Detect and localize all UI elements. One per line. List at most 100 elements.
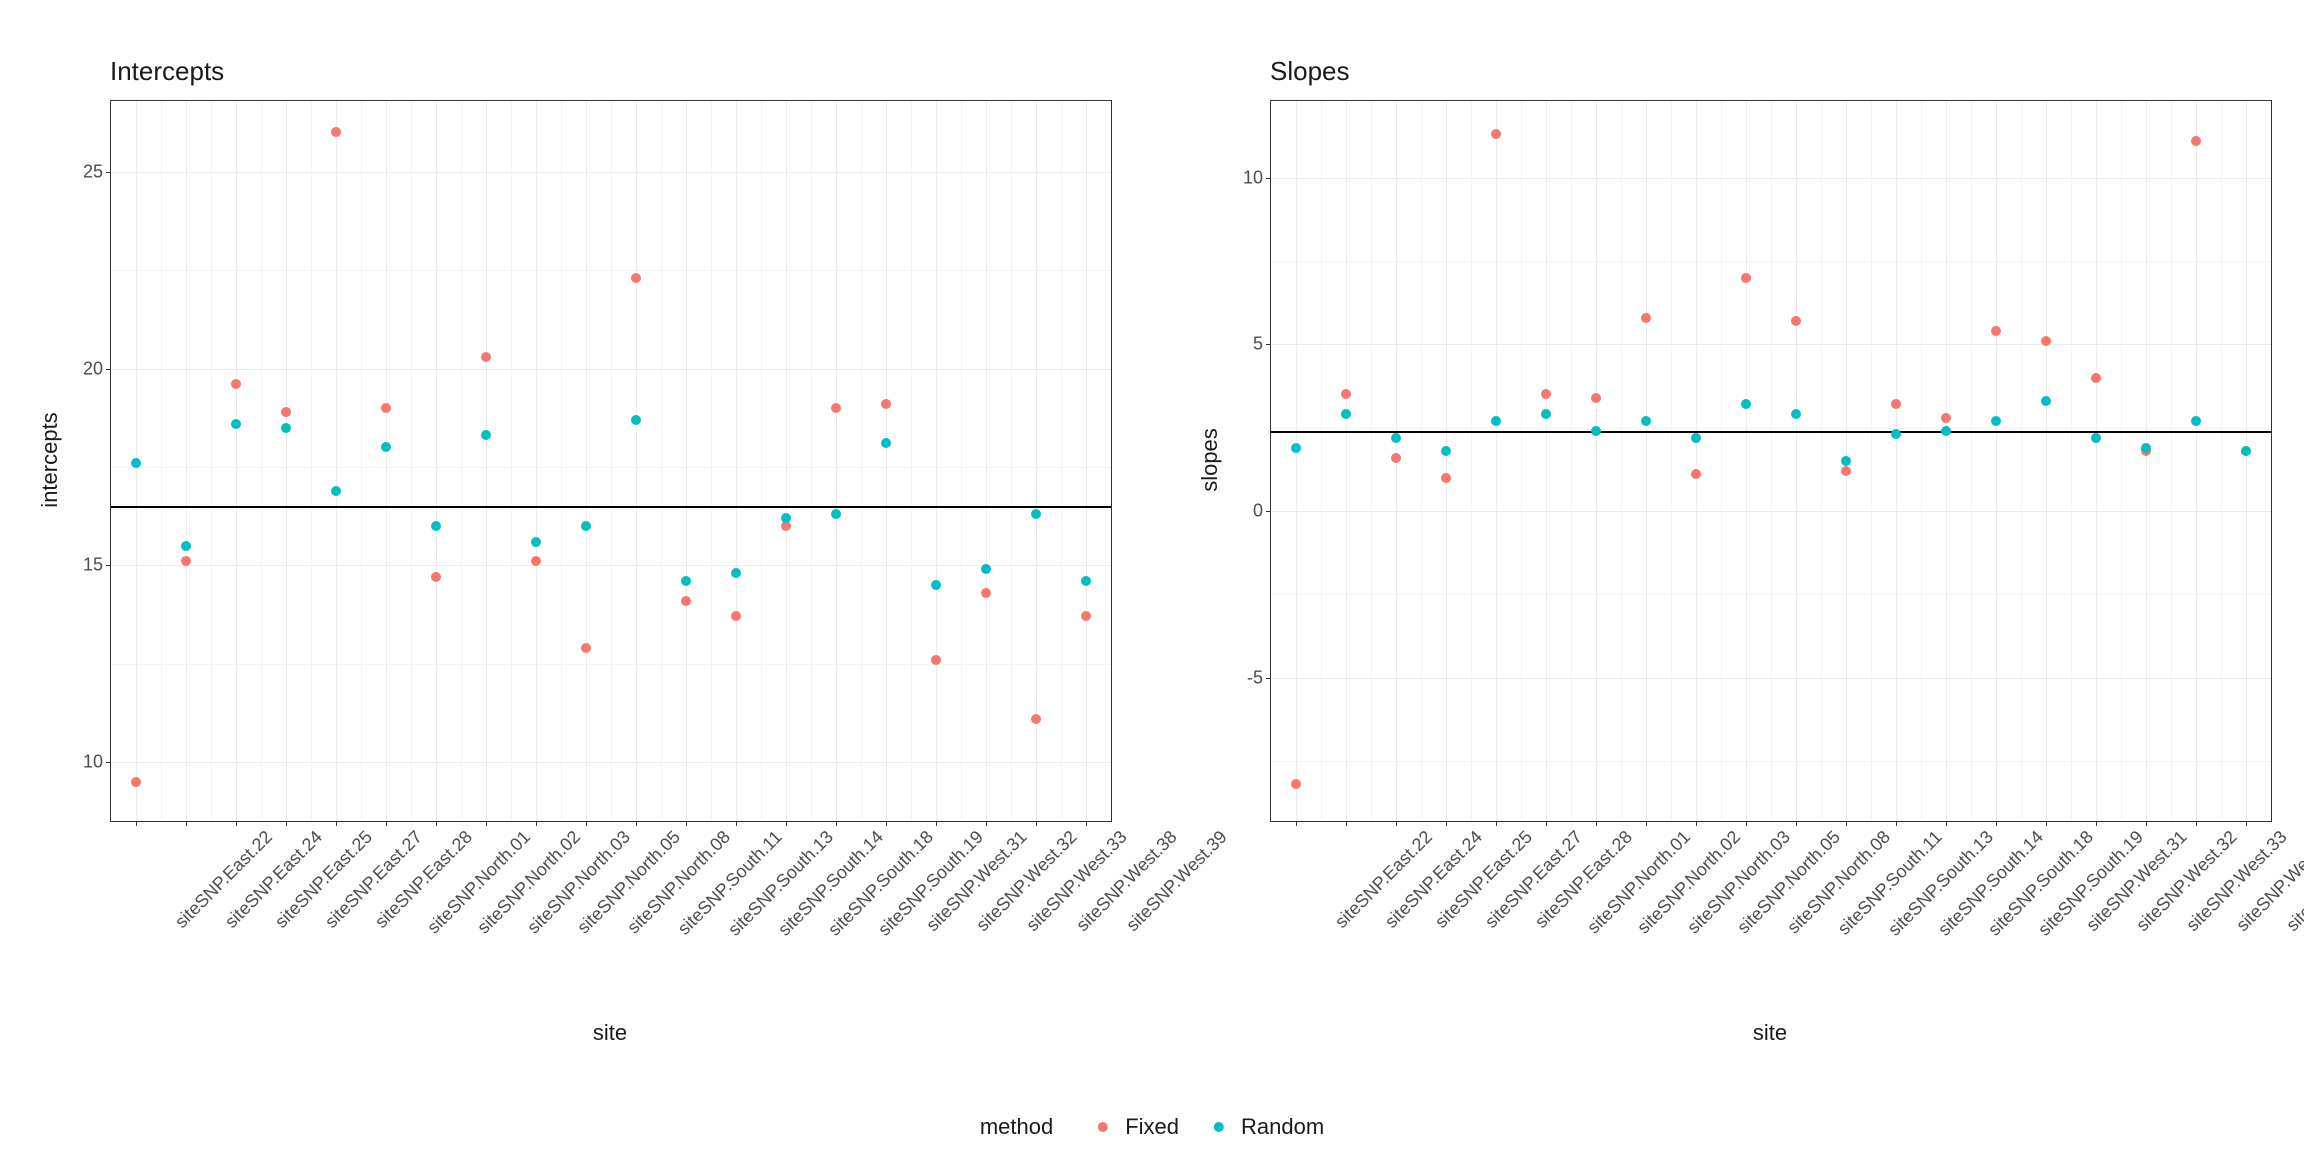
legend-dot-fixed: [1098, 1122, 1108, 1132]
data-point-fixed: [1641, 313, 1651, 323]
legend-item-random: Random: [1207, 1114, 1324, 1140]
x-tick-mark: [886, 821, 887, 826]
x-tick-mark: [186, 821, 187, 826]
x-tick-mark: [1796, 821, 1797, 826]
gridline-v-minor: [711, 101, 712, 821]
gridline-v: [236, 101, 237, 821]
data-point-random: [181, 541, 191, 551]
gridline-v-minor: [1771, 101, 1772, 821]
x-tick-mark: [2096, 821, 2097, 826]
data-point-random: [581, 521, 591, 531]
x-tick-mark: [986, 821, 987, 826]
gridline-v-minor: [1971, 101, 1972, 821]
data-point-random: [481, 430, 491, 440]
data-point-fixed: [2091, 373, 2101, 383]
gridline-v-minor: [811, 101, 812, 821]
gridline-v-minor: [1571, 101, 1572, 821]
y-tick-label: 10: [1243, 167, 1271, 188]
data-point-fixed: [1891, 399, 1901, 409]
gridline-v: [1996, 101, 1997, 821]
x-tick-mark: [636, 821, 637, 826]
data-point-random: [881, 438, 891, 448]
x-tick-mark: [836, 821, 837, 826]
gridline-v: [286, 101, 287, 821]
gridline-v: [1086, 101, 1087, 821]
gridline-v: [1496, 101, 1497, 821]
data-point-fixed: [231, 379, 241, 389]
gridline-v: [2146, 101, 2147, 821]
gridline-v: [1696, 101, 1697, 821]
gridline-v: [336, 101, 337, 821]
data-point-fixed: [331, 127, 341, 137]
gridline-v: [786, 101, 787, 821]
legend-title: method: [980, 1114, 1053, 1140]
gridline-v: [1296, 101, 1297, 821]
gridline-v: [386, 101, 387, 821]
data-point-random: [1441, 446, 1451, 456]
data-point-fixed: [831, 403, 841, 413]
panel-title: Intercepts: [110, 56, 224, 87]
legend-label: Random: [1241, 1114, 1324, 1140]
y-tick-label: -5: [1247, 667, 1271, 688]
gridline-v: [1896, 101, 1897, 821]
data-point-random: [2091, 433, 2101, 443]
data-point-fixed: [1591, 393, 1601, 403]
x-tick-mark: [736, 821, 737, 826]
plot-area: -50510siteSNP.East.22siteSNP.East.24site…: [1270, 100, 2272, 822]
x-tick-mark: [2246, 821, 2247, 826]
data-point-fixed: [281, 407, 291, 417]
gridline-v: [936, 101, 937, 821]
y-axis-title: intercepts: [37, 412, 63, 507]
gridline-v: [886, 101, 887, 821]
data-point-random: [1641, 416, 1651, 426]
x-tick-mark: [1446, 821, 1447, 826]
data-point-fixed: [1341, 389, 1351, 399]
data-point-fixed: [1691, 469, 1701, 479]
data-point-random: [231, 419, 241, 429]
x-tick-mark: [2196, 821, 2197, 826]
gridline-v: [1946, 101, 1947, 821]
x-tick-mark: [1296, 821, 1297, 826]
data-point-random: [1691, 433, 1701, 443]
y-tick-label: 10: [83, 751, 111, 772]
gridline-v-minor: [561, 101, 562, 821]
data-point-fixed: [1081, 611, 1091, 621]
data-point-random: [1031, 509, 1041, 519]
x-tick-mark: [436, 821, 437, 826]
data-point-random: [1391, 433, 1401, 443]
x-tick-mark: [1396, 821, 1397, 826]
data-point-random: [2191, 416, 2201, 426]
data-point-random: [631, 415, 641, 425]
gridline-v-minor: [1011, 101, 1012, 821]
data-point-fixed: [1741, 273, 1751, 283]
panel-title: Slopes: [1270, 56, 1350, 87]
x-tick-mark: [1036, 821, 1037, 826]
data-point-fixed: [1541, 389, 1551, 399]
data-point-fixed: [881, 399, 891, 409]
gridline-v-minor: [1671, 101, 1672, 821]
data-point-random: [1791, 409, 1801, 419]
gridline-v: [1746, 101, 1747, 821]
gridline-v: [486, 101, 487, 821]
gridline-v: [1446, 101, 1447, 821]
data-point-random: [1491, 416, 1501, 426]
data-point-random: [731, 568, 741, 578]
legend: method Fixed Random: [980, 1114, 1324, 1140]
data-point-random: [1741, 399, 1751, 409]
x-tick-mark: [336, 821, 337, 826]
x-tick-mark: [236, 821, 237, 826]
data-point-fixed: [581, 643, 591, 653]
data-point-random: [381, 442, 391, 452]
data-point-random: [431, 521, 441, 531]
gridline-v-minor: [911, 101, 912, 821]
data-point-random: [681, 576, 691, 586]
gridline-v-minor: [461, 101, 462, 821]
x-tick-mark: [1996, 821, 1997, 826]
gridline-v: [2096, 101, 2097, 821]
x-tick-mark: [1696, 821, 1697, 826]
gridline-v-minor: [1621, 101, 1622, 821]
gridline-v: [586, 101, 587, 821]
gridline-v-minor: [311, 101, 312, 821]
gridline-v-minor: [1921, 101, 1922, 821]
data-point-fixed: [931, 655, 941, 665]
